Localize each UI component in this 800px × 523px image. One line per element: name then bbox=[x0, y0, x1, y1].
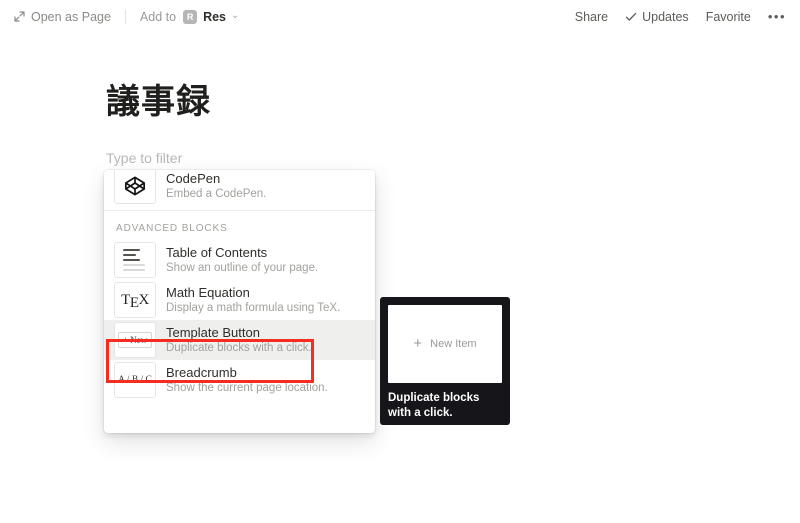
share-label: Share bbox=[574, 9, 609, 24]
updates-label: Updates bbox=[642, 9, 689, 24]
ellipsis-icon: ••• bbox=[767, 9, 786, 24]
block-menu-scroll-area: CodePen Embed a CodePen. ADVANCED BLOCKS… bbox=[104, 170, 375, 400]
check-icon bbox=[625, 11, 637, 23]
menu-item-codepen[interactable]: CodePen Embed a CodePen. bbox=[104, 170, 375, 206]
menu-item-text: Breadcrumb Show the current page locatio… bbox=[166, 365, 328, 396]
add-to-value: Res bbox=[203, 9, 226, 24]
menu-item-math-equation[interactable]: TEX Math Equation Display a math formula… bbox=[104, 280, 375, 320]
preview-new-item: + New Item bbox=[413, 334, 477, 352]
add-to-button[interactable]: Add to R Res ⌄ bbox=[139, 9, 240, 24]
page-title: 議事録 bbox=[106, 83, 211, 121]
chevron-down-icon: ⌄ bbox=[231, 9, 240, 21]
new-button-icon-label: + New bbox=[117, 332, 153, 348]
add-to-label: Add to bbox=[139, 9, 177, 24]
breadcrumb-icon-label: A / B / C bbox=[118, 375, 152, 385]
top-toolbar: Open as Page Add to R Res ⌄ Share Update… bbox=[0, 0, 800, 33]
plus-icon: + bbox=[413, 334, 423, 352]
menu-item-description: Duplicate blocks with a click. bbox=[166, 341, 312, 354]
table-of-contents-icon bbox=[114, 242, 156, 278]
menu-item-title: Template Button bbox=[166, 324, 260, 340]
favorite-label: Favorite bbox=[705, 9, 751, 24]
menu-item-text: CodePen Embed a CodePen. bbox=[166, 171, 266, 202]
menu-item-text: Math Equation Display a math formula usi… bbox=[166, 285, 340, 316]
menu-item-description: Show an outline of your page. bbox=[166, 261, 319, 274]
toolbar-left-group: Open as Page Add to R Res ⌄ bbox=[0, 9, 239, 24]
preview-new-item-label: New Item bbox=[430, 338, 477, 350]
menu-item-text: Table of Contents Show an outline of you… bbox=[166, 245, 318, 276]
menu-item-template-button[interactable]: + New Template Button Duplicate blocks w… bbox=[104, 320, 375, 360]
tex-icon: TEX bbox=[114, 282, 156, 318]
menu-item-title: Breadcrumb bbox=[166, 364, 237, 380]
menu-item-description: Display a math formula using TeX. bbox=[166, 301, 341, 314]
breadcrumb-icon: A / B / C bbox=[114, 362, 156, 398]
more-options-button[interactable]: ••• bbox=[768, 10, 786, 23]
preview-caption: Duplicate blocks with a click. bbox=[388, 392, 480, 419]
menu-section-label: ADVANCED BLOCKS bbox=[116, 223, 228, 234]
menu-item-breadcrumb[interactable]: A / B / C Breadcrumb Show the current pa… bbox=[104, 360, 375, 400]
favorite-button[interactable]: Favorite bbox=[706, 10, 751, 24]
menu-item-title: CodePen bbox=[166, 170, 221, 186]
open-as-page-label: Open as Page bbox=[31, 9, 111, 24]
expand-arrow-icon bbox=[14, 11, 25, 22]
preview-card: + New Item bbox=[388, 305, 502, 383]
new-button-icon: + New bbox=[114, 322, 156, 358]
workspace-badge-icon: R bbox=[183, 9, 198, 24]
toolbar-right-group: Share Updates Favorite ••• bbox=[558, 0, 786, 33]
menu-item-title: Math Equation bbox=[166, 284, 250, 300]
block-preview-tooltip: + New Item Duplicate blocks with a click… bbox=[380, 297, 510, 425]
filter-input-placeholder[interactable]: Type to filter bbox=[106, 150, 182, 166]
block-type-menu: CodePen Embed a CodePen. ADVANCED BLOCKS… bbox=[104, 170, 375, 433]
menu-item-description: Show the current page location. bbox=[166, 381, 328, 394]
updates-button[interactable]: Updates bbox=[625, 10, 689, 24]
share-button[interactable]: Share bbox=[575, 10, 608, 24]
menu-item-title: Table of Contents bbox=[166, 244, 268, 260]
menu-item-description: Embed a CodePen. bbox=[166, 187, 267, 200]
open-as-page-button[interactable]: Open as Page bbox=[14, 10, 111, 24]
tex-icon-label: TEX bbox=[121, 291, 149, 311]
codepen-icon bbox=[114, 170, 156, 204]
toolbar-divider bbox=[124, 9, 126, 24]
menu-item-table-of-contents[interactable]: Table of Contents Show an outline of you… bbox=[104, 240, 375, 280]
menu-item-text: Template Button Duplicate blocks with a … bbox=[166, 325, 312, 356]
